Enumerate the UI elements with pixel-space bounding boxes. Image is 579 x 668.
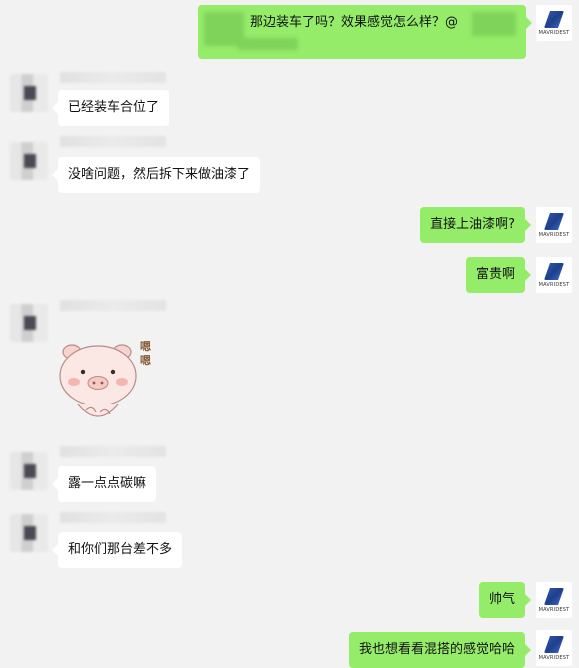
- brand-logo-icon: [544, 636, 564, 653]
- brand-logo-icon: [544, 11, 564, 28]
- message-text: 我也想看看混搭的感觉哈哈: [358, 642, 515, 657]
- sender-name: [60, 300, 166, 311]
- message-bubble-outgoing[interactable]: 富贵啊: [465, 257, 532, 293]
- message-bubble-incoming[interactable]: 没啥问题，然后拆下来做油漆了: [51, 157, 261, 193]
- message-text: 和你们那台差不多: [68, 542, 173, 557]
- self-avatar[interactable]: MAVRIDEST: [536, 582, 572, 618]
- self-avatar[interactable]: MAVRIDEST: [536, 5, 572, 41]
- brand-logo-text: MAVRIDEST: [538, 232, 570, 238]
- sticker-text: 嗯嗯: [140, 340, 151, 367]
- self-avatar[interactable]: MAVRIDEST: [536, 207, 572, 243]
- message-text: 帅气: [488, 592, 515, 607]
- redacted-area: [238, 38, 298, 50]
- brand-logo-icon: [544, 263, 564, 280]
- message-text: 已经装车合位了: [68, 100, 160, 115]
- sender-name: [60, 512, 166, 523]
- contact-avatar[interactable]: [10, 142, 48, 180]
- brand-logo-icon: [544, 213, 564, 230]
- contact-avatar[interactable]: [10, 304, 48, 342]
- message-bubble-incoming[interactable]: 已经装车合位了: [51, 90, 170, 126]
- contact-avatar[interactable]: [10, 514, 48, 552]
- self-avatar[interactable]: MAVRIDEST: [536, 257, 572, 293]
- message-text: 那边装车了吗？效果感觉怎么样？@: [250, 15, 459, 30]
- brand-logo-text: MAVRIDEST: [538, 282, 570, 288]
- contact-avatar[interactable]: [10, 452, 48, 490]
- sender-name: [60, 72, 166, 83]
- contact-avatar[interactable]: [10, 74, 48, 112]
- self-avatar[interactable]: MAVRIDEST: [536, 630, 572, 666]
- brand-logo-icon: [544, 588, 564, 605]
- message-text: 富贵啊: [475, 267, 515, 282]
- brand-logo-text: MAVRIDEST: [538, 655, 570, 661]
- message-bubble-outgoing[interactable]: 我也想看看混搭的感觉哈哈: [348, 632, 532, 668]
- message-text: 露一点点碳嘛: [68, 476, 147, 491]
- message-text: 没啥问题，然后拆下来做油漆了: [68, 167, 251, 182]
- message-bubble-outgoing[interactable]: 直接上油漆啊?: [420, 207, 531, 243]
- redacted-area: [472, 12, 516, 36]
- sender-name: [60, 446, 166, 457]
- sender-name: [60, 136, 166, 147]
- message-bubble-incoming[interactable]: 露一点点碳嘛: [51, 466, 157, 502]
- message-text: 直接上油漆啊?: [430, 217, 515, 232]
- brand-logo-text: MAVRIDEST: [538, 607, 570, 613]
- message-bubble-incoming[interactable]: 和你们那台差不多: [51, 532, 183, 568]
- brand-logo-text: MAVRIDEST: [538, 30, 570, 36]
- pig-sticker[interactable]: 嗯嗯: [56, 330, 166, 430]
- message-bubble-outgoing[interactable]: 帅气: [478, 582, 532, 618]
